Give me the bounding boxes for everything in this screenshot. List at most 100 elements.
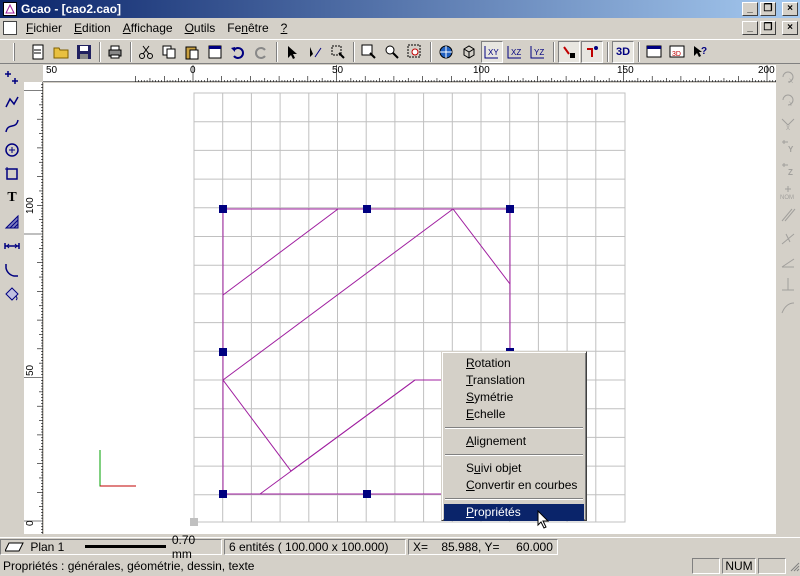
- node-edit-icon[interactable]: [304, 41, 326, 63]
- dimension-tool-icon[interactable]: [1, 235, 23, 257]
- properties-icon[interactable]: [204, 41, 226, 63]
- text-tool-icon[interactable]: T: [1, 187, 23, 209]
- ruler-h-label: 150: [617, 65, 634, 76]
- redo-icon[interactable]: [250, 41, 272, 63]
- undo-icon[interactable]: [227, 41, 249, 63]
- svg-text:3D: 3D: [672, 51, 681, 58]
- svg-text:Z: Z: [788, 168, 793, 177]
- ctx-convertir-courbes[interactable]: Convertir en courbes: [444, 477, 584, 494]
- resize-grip-icon[interactable]: [788, 560, 800, 572]
- ctx-translation[interactable]: Translation: [444, 372, 584, 389]
- point-tool-icon[interactable]: [1, 67, 23, 89]
- svg-text:X: X: [786, 126, 790, 131]
- snap-grid-icon[interactable]: [558, 40, 580, 63]
- ruler-h-label: 100: [473, 65, 490, 76]
- ctx-symetrie[interactable]: Symétrie: [444, 389, 584, 406]
- print-icon[interactable]: [104, 41, 126, 63]
- menu-outils[interactable]: Outils: [179, 21, 222, 35]
- doc-close-button[interactable]: ×: [782, 21, 798, 35]
- cube-icon[interactable]: [458, 41, 480, 63]
- num-lock-indicator: NUM: [722, 558, 756, 574]
- menu-edition[interactable]: Edition: [68, 21, 117, 35]
- angle-icon[interactable]: [777, 250, 799, 272]
- toolbar-grip: [4, 41, 26, 63]
- ctx-suivi-objet[interactable]: Suivi objet: [444, 460, 584, 477]
- cut-icon[interactable]: [135, 41, 157, 63]
- zoom-icon[interactable]: [358, 41, 380, 63]
- paste-icon[interactable]: [181, 41, 203, 63]
- select-arrow-icon[interactable]: [281, 41, 303, 63]
- hatch-tool-icon[interactable]: [1, 211, 23, 233]
- rotate-y-icon[interactable]: Y: [777, 89, 799, 111]
- svg-text:X: X: [789, 79, 793, 85]
- doc-minimize-button[interactable]: _: [742, 21, 758, 35]
- document-icon[interactable]: [3, 21, 17, 35]
- rotate-z-icon[interactable]: Z: [777, 158, 799, 180]
- zoom-all-icon[interactable]: [404, 41, 426, 63]
- doc-restore-button[interactable]: ❐: [760, 21, 776, 35]
- normal-icon[interactable]: NOM: [777, 181, 799, 203]
- tangent-icon[interactable]: [777, 296, 799, 318]
- parallel-icon[interactable]: [777, 204, 799, 226]
- save-icon[interactable]: [73, 41, 95, 63]
- zoom-area-icon[interactable]: [381, 41, 403, 63]
- maximize-button[interactable]: ❐: [760, 2, 776, 16]
- status-hint: Propriétés : générales, géométrie, dessi…: [3, 559, 255, 573]
- ruler-h-label: 200: [758, 65, 775, 76]
- coords-cell: X= 85.988, Y= 60.000: [408, 538, 558, 555]
- view-3d-window-icon[interactable]: 3D: [666, 41, 688, 63]
- view-3d-button[interactable]: 3D: [612, 40, 634, 63]
- context-menu: Rotation Translation Symétrie Echelle Al…: [441, 351, 587, 521]
- svg-text:Y: Y: [788, 145, 794, 154]
- open-folder-icon[interactable]: [50, 41, 72, 63]
- plane-yz-button[interactable]: YZ: [527, 41, 549, 63]
- circle-tool-icon[interactable]: [1, 139, 23, 161]
- drawing-canvas[interactable]: [44, 83, 776, 534]
- rotate-x-icon[interactable]: X: [777, 66, 799, 88]
- title-bar[interactable]: Gcao - [cao2.cao] _ ❐ ×: [0, 0, 800, 18]
- perpendicular-icon[interactable]: [777, 227, 799, 249]
- globe-icon[interactable]: [435, 41, 457, 63]
- plane-xy-button[interactable]: XY: [481, 40, 503, 63]
- ctx-echelle[interactable]: Echelle: [444, 406, 584, 423]
- ctx-alignement[interactable]: Alignement: [444, 433, 584, 450]
- status-bar: Propriétés : générales, géométrie, dessi…: [0, 556, 800, 576]
- curve-tool-icon[interactable]: [1, 115, 23, 137]
- plane-xz-button[interactable]: XZ: [504, 41, 526, 63]
- menu-help[interactable]: ?: [275, 21, 294, 35]
- ctx-rotation[interactable]: Rotation: [444, 355, 584, 372]
- rotate-y2-icon[interactable]: Y: [777, 135, 799, 157]
- new-file-icon[interactable]: [27, 41, 49, 63]
- handle: [219, 205, 227, 213]
- rotate-x2-icon[interactable]: X: [777, 112, 799, 134]
- svg-text:XZ: XZ: [511, 48, 521, 57]
- layer-cell[interactable]: Plan 1 0.70 mm: [0, 533, 222, 561]
- snap-point-icon[interactable]: [581, 40, 603, 63]
- menu-affichage[interactable]: Affichage: [117, 21, 179, 35]
- close-button[interactable]: ×: [782, 2, 798, 16]
- svg-text:XY: XY: [488, 48, 499, 57]
- ortho-icon[interactable]: [777, 273, 799, 295]
- horizontal-ruler[interactable]: 50 0 50 100 150 200: [43, 65, 776, 82]
- menu-fenetre[interactable]: Fenêtre: [221, 21, 274, 35]
- help-pointer-icon[interactable]: ?: [689, 41, 711, 63]
- ctx-proprietes[interactable]: Propriétés: [444, 504, 584, 521]
- polyline-tool-icon[interactable]: [1, 91, 23, 113]
- rectangle-tool-icon[interactable]: [1, 163, 23, 185]
- minimize-button[interactable]: _: [742, 2, 758, 16]
- menu-bar: Fichier Edition Affichage Outils Fenêtre…: [0, 18, 800, 38]
- copy-icon[interactable]: [158, 41, 180, 63]
- ruler-v-label: 100: [25, 197, 36, 214]
- fillet-tool-icon[interactable]: [1, 259, 23, 281]
- handle: [363, 205, 371, 213]
- fill-tool-icon[interactable]: [1, 283, 23, 305]
- layer-name: Plan 1: [30, 539, 65, 554]
- vertical-ruler[interactable]: 100 50 0: [24, 82, 43, 534]
- print-preview-icon[interactable]: [643, 41, 665, 63]
- menu-fichier[interactable]: Fichier: [20, 21, 68, 35]
- handle: [506, 205, 514, 213]
- svg-text:Y: Y: [789, 102, 793, 108]
- app-icon[interactable]: [3, 2, 17, 16]
- drawing-svg: [99, 92, 626, 526]
- zoom-select-icon[interactable]: [327, 41, 349, 63]
